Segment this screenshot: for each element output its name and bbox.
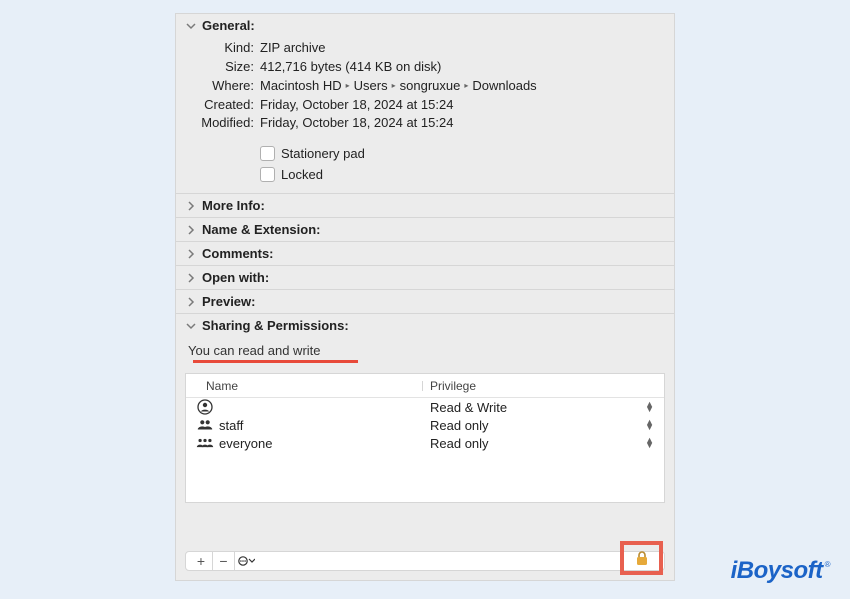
annotation-lock-highlight [620,541,663,575]
section-general-label: General: [202,18,255,33]
table-row[interactable]: Read & Write ▲▼ [186,398,664,416]
stationery-row: Stationery pad [186,143,664,164]
path-segment: Macintosh HD [260,78,342,93]
perm-row-priv: Read & Write [430,400,507,415]
row-where: Where: Macintosh HD▸Users▸songruxue▸Down… [186,77,664,96]
modified-label: Modified: [186,114,260,133]
path-segment: Downloads [472,78,536,93]
section-sharing-label: Sharing & Permissions: [202,318,349,333]
locked-checkbox[interactable] [260,167,275,182]
size-value: 412,716 bytes (414 KB on disk) [260,58,664,77]
perm-priv-cell[interactable]: Read & Write ▲▼ [422,400,664,415]
chevron-down-icon [186,321,200,331]
table-row[interactable]: everyone Read only ▲▼ [186,434,664,452]
privilege-stepper-icon[interactable]: ▲▼ [645,420,654,430]
privilege-stepper-icon[interactable]: ▲▼ [645,438,654,448]
perm-priv-cell[interactable]: Read only ▲▼ [422,436,664,451]
perm-row-priv: Read only [430,418,489,433]
where-value: Macintosh HD▸Users▸songruxue▸Downloads [260,77,664,96]
perm-name-cell: everyone [186,435,422,451]
perm-row-priv: Read only [430,436,489,451]
perm-name-cell [186,399,422,415]
section-open-with-label: Open with: [202,270,269,285]
section-preview-header[interactable]: Preview: [176,289,674,313]
chevron-right-icon [186,297,200,307]
get-info-window: General: Kind: ZIP archive Size: 412,716… [175,13,675,581]
path-separator-icon: ▸ [392,80,396,92]
everyone-icon [196,435,214,451]
created-label: Created: [186,96,260,115]
section-name-ext-label: Name & Extension: [202,222,320,237]
path-separator-icon: ▸ [464,80,468,92]
table-row[interactable]: staff Read only ▲▼ [186,416,664,434]
where-label: Where: [186,77,260,96]
chevron-right-icon [186,201,200,211]
annotation-underline [193,360,358,363]
permissions-toolbar: + − [185,551,665,571]
group-icon [196,417,214,433]
kind-value: ZIP archive [260,39,664,58]
section-comments-label: Comments: [202,246,274,261]
perm-header-priv: Privilege [422,379,664,393]
kind-label: Kind: [186,39,260,58]
section-general-header[interactable]: General: [176,14,674,37]
person-icon [196,399,214,415]
perm-row-name: staff [219,418,243,433]
section-more-info-header[interactable]: More Info: [176,193,674,217]
stationery-checkbox[interactable] [260,146,275,161]
section-preview-label: Preview: [202,294,255,309]
lock-icon[interactable] [634,550,650,566]
perm-header-name: Name [186,379,422,393]
chevron-right-icon [186,249,200,259]
permissions-header: Name Privilege [186,374,664,398]
general-body: Kind: ZIP archive Size: 412,716 bytes (4… [176,37,674,193]
perm-priv-cell[interactable]: Read only ▲▼ [422,418,664,433]
section-open-with-header[interactable]: Open with: [176,265,674,289]
row-kind: Kind: ZIP archive [186,39,664,58]
row-created: Created: Friday, October 18, 2024 at 15:… [186,96,664,115]
section-name-ext-header[interactable]: Name & Extension: [176,217,674,241]
locked-label: Locked [281,167,323,182]
perm-row-name: everyone [219,436,272,451]
add-button[interactable]: + [190,552,212,570]
modified-value: Friday, October 18, 2024 at 15:24 [260,114,664,133]
chevron-right-icon [186,225,200,235]
row-modified: Modified: Friday, October 18, 2024 at 15… [186,114,664,133]
permissions-table: Name Privilege Read & Write ▲▼ staff Read o… [185,373,665,503]
row-size: Size: 412,716 bytes (414 KB on disk) [186,58,664,77]
path-segment: Users [354,78,388,93]
watermark-logo: iBoysoft® [731,557,830,585]
action-menu-button[interactable] [234,552,256,570]
remove-button[interactable]: − [212,552,234,570]
section-sharing-header[interactable]: Sharing & Permissions: [176,313,674,337]
path-segment: songruxue [400,78,461,93]
section-more-info-label: More Info: [202,198,265,213]
locked-row: Locked [186,164,664,185]
permissions-message: You can read and write [176,337,674,365]
chevron-right-icon [186,273,200,283]
size-label: Size: [186,58,260,77]
path-separator-icon: ▸ [346,80,350,92]
chevron-down-icon [186,21,200,31]
created-value: Friday, October 18, 2024 at 15:24 [260,96,664,115]
stationery-label: Stationery pad [281,146,365,161]
perm-name-cell: staff [186,417,422,433]
section-comments-header[interactable]: Comments: [176,241,674,265]
privilege-stepper-icon[interactable]: ▲▼ [645,402,654,412]
